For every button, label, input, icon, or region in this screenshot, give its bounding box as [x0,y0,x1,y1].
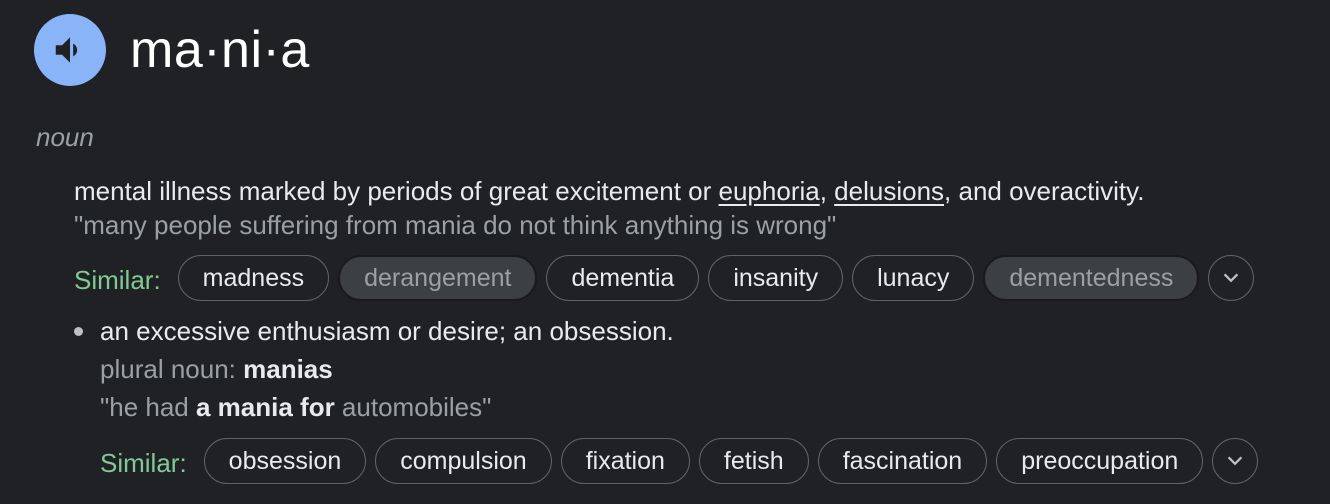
definition-1-sep: , [819,176,835,206]
plural-form: plural noun: manias [100,354,333,385]
expand-similar-1-button[interactable] [1208,255,1255,301]
chip-obsession[interactable]: obsession [203,438,367,484]
link-euphoria[interactable]: euphoria [719,176,820,206]
example-2: "he had a mania for automobiles" [100,392,491,423]
part-of-speech: noun [36,122,94,152]
chip-preoccupation[interactable]: preoccupation [996,438,1204,484]
plural-value: manias [243,354,333,384]
chevron-down-icon [1224,273,1239,283]
chip-derangement[interactable]: derangement [338,255,538,301]
chip-insanity[interactable]: insanity [708,255,844,301]
speaker-icon [55,37,78,63]
example-2-open: "he had [100,392,196,422]
plural-label: plural noun: [100,354,244,384]
bullet-icon [74,327,83,336]
similar-row-2: Similar: obsession compulsion fixation f… [100,438,1259,484]
link-delusions[interactable]: delusions [834,176,944,206]
definition-1: mental illness marked by periods of grea… [74,176,1144,207]
similar-row-1: Similar: madness derangement dementia in… [74,255,1255,301]
chip-dementedness[interactable]: dementedness [983,255,1200,301]
definition-1-text-b: , and overactivity. [944,176,1145,206]
example-2-bold: a mania for [195,392,335,422]
chip-lunacy[interactable]: lunacy [852,255,975,301]
chip-fetish[interactable]: fetish [698,438,809,484]
chip-madness[interactable]: madness [177,255,330,301]
chip-dementia[interactable]: dementia [546,255,700,301]
definition-2: an excessive enthusiasm or desire; an ob… [100,316,674,346]
chip-fascination[interactable]: fascination [817,438,988,484]
similar-label: Similar: [74,264,161,295]
chip-fixation[interactable]: fixation [560,438,690,484]
definition-1-text-a: mental illness marked by periods of grea… [74,176,719,206]
example-2-close: automobiles" [334,392,492,422]
similar-label: Similar: [100,447,187,478]
example-1: "many people suffering from mania do not… [74,210,837,240]
chevron-down-icon [1228,456,1243,466]
expand-similar-2-button[interactable] [1212,438,1259,484]
chip-compulsion[interactable]: compulsion [375,438,552,484]
pronunciation-button[interactable] [34,14,106,86]
headword: ma·ni·a [130,21,310,79]
